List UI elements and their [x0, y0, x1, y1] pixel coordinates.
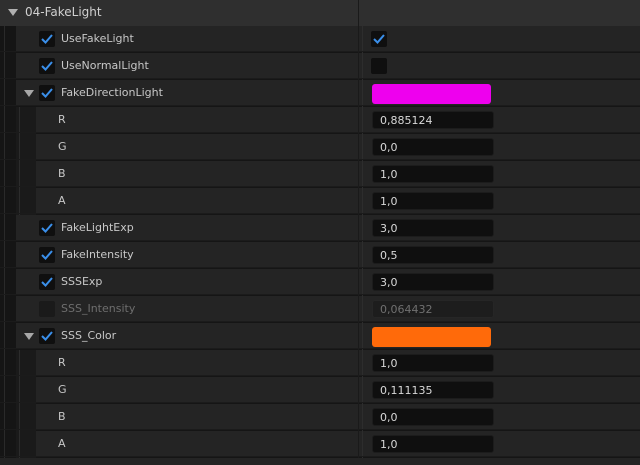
property-row-fake-direction-light-a: A 1,0 — [0, 188, 640, 215]
override-checkbox[interactable] — [39, 328, 55, 344]
override-checkbox[interactable] — [39, 274, 55, 290]
property-row-sss-intensity: SSS_Intensity 0,064432 — [0, 296, 640, 323]
fake-direction-light-r-input[interactable]: 0,885124 — [372, 111, 494, 129]
fake-direction-light-g-input[interactable]: 0,0 — [372, 138, 494, 156]
checkmark-icon — [41, 250, 53, 260]
section-title: 04-FakeLight — [25, 5, 102, 19]
checkmark-icon — [41, 223, 53, 233]
channel-label: B — [58, 167, 66, 180]
property-label: FakeLightExp — [61, 221, 134, 234]
checkmark-icon — [41, 61, 53, 71]
use-fake-light-value-checkbox[interactable] — [371, 31, 387, 47]
fake-light-exp-input[interactable]: 3,0 — [372, 219, 494, 237]
sss-color-b-input[interactable]: 0,0 — [372, 408, 494, 426]
property-row-use-normal-light: UseNormalLight — [0, 53, 640, 80]
sss-color-g-input[interactable]: 0,111135 — [372, 381, 494, 399]
property-row-sss-color-r: R 1,0 — [0, 350, 640, 377]
channel-label: A — [58, 437, 66, 450]
fake-direction-light-color-swatch[interactable] — [372, 84, 491, 104]
property-row-fake-direction-light-r: R 0,885124 — [0, 107, 640, 134]
property-row-sss-color-b: B 0,0 — [0, 404, 640, 431]
expand-arrow-icon[interactable] — [24, 333, 34, 340]
property-label: FakeIntensity — [61, 248, 134, 261]
checkmark-icon — [41, 277, 53, 287]
panel-bottom-edge — [0, 458, 640, 465]
property-label: SSS_Intensity — [61, 302, 136, 315]
checkmark-icon — [41, 88, 53, 98]
column-divider[interactable] — [358, 0, 359, 26]
channel-label: G — [58, 140, 67, 153]
property-row-use-fake-light: UseFakeLight — [0, 26, 640, 53]
channel-label: R — [58, 356, 66, 369]
fake-direction-light-b-input[interactable]: 1,0 — [372, 165, 494, 183]
property-row-sss-color-g: G 0,111135 — [0, 377, 640, 404]
channel-label: A — [58, 194, 66, 207]
property-row-sss-color: SSS_Color — [0, 323, 640, 350]
property-label: SSS_Color — [61, 329, 117, 342]
sss-color-a-input[interactable]: 1,0 — [372, 435, 494, 453]
section-header[interactable]: 04-FakeLight — [0, 0, 640, 26]
use-normal-light-value-checkbox[interactable] — [371, 58, 387, 74]
expand-arrow-icon[interactable] — [24, 90, 34, 97]
fake-intensity-input[interactable]: 0,5 — [372, 246, 494, 264]
checkmark-icon — [41, 331, 53, 341]
override-checkbox[interactable] — [39, 247, 55, 263]
fake-direction-light-a-input[interactable]: 1,0 — [372, 192, 494, 210]
collapse-arrow-icon[interactable] — [8, 9, 18, 16]
property-label: FakeDirectionLight — [61, 86, 163, 99]
channel-label: B — [58, 410, 66, 423]
property-label: SSSExp — [61, 275, 103, 288]
override-checkbox[interactable] — [39, 31, 55, 47]
override-checkbox[interactable] — [39, 58, 55, 74]
override-checkbox[interactable] — [39, 220, 55, 236]
property-row-sss-color-a: A 1,0 — [0, 431, 640, 458]
property-row-fake-light-exp: FakeLightExp 3,0 — [0, 215, 640, 242]
channel-label: G — [58, 383, 67, 396]
property-label: UseFakeLight — [61, 32, 134, 45]
checkmark-icon — [41, 34, 53, 44]
property-row-fake-direction-light: FakeDirectionLight — [0, 80, 640, 107]
property-row-fake-direction-light-b: B 1,0 — [0, 161, 640, 188]
property-row-fake-intensity: FakeIntensity 0,5 — [0, 242, 640, 269]
sss-exp-input[interactable]: 3,0 — [372, 273, 494, 291]
override-checkbox[interactable] — [39, 301, 55, 317]
property-row-fake-direction-light-g: G 0,0 — [0, 134, 640, 161]
sss-color-swatch[interactable] — [372, 327, 491, 347]
sss-color-r-input[interactable]: 1,0 — [372, 354, 494, 372]
property-label: UseNormalLight — [61, 59, 149, 72]
channel-label: R — [58, 113, 66, 126]
override-checkbox[interactable] — [39, 85, 55, 101]
property-row-sss-exp: SSSExp 3,0 — [0, 269, 640, 296]
sss-intensity-input[interactable]: 0,064432 — [372, 300, 494, 318]
checkmark-icon — [373, 34, 385, 44]
